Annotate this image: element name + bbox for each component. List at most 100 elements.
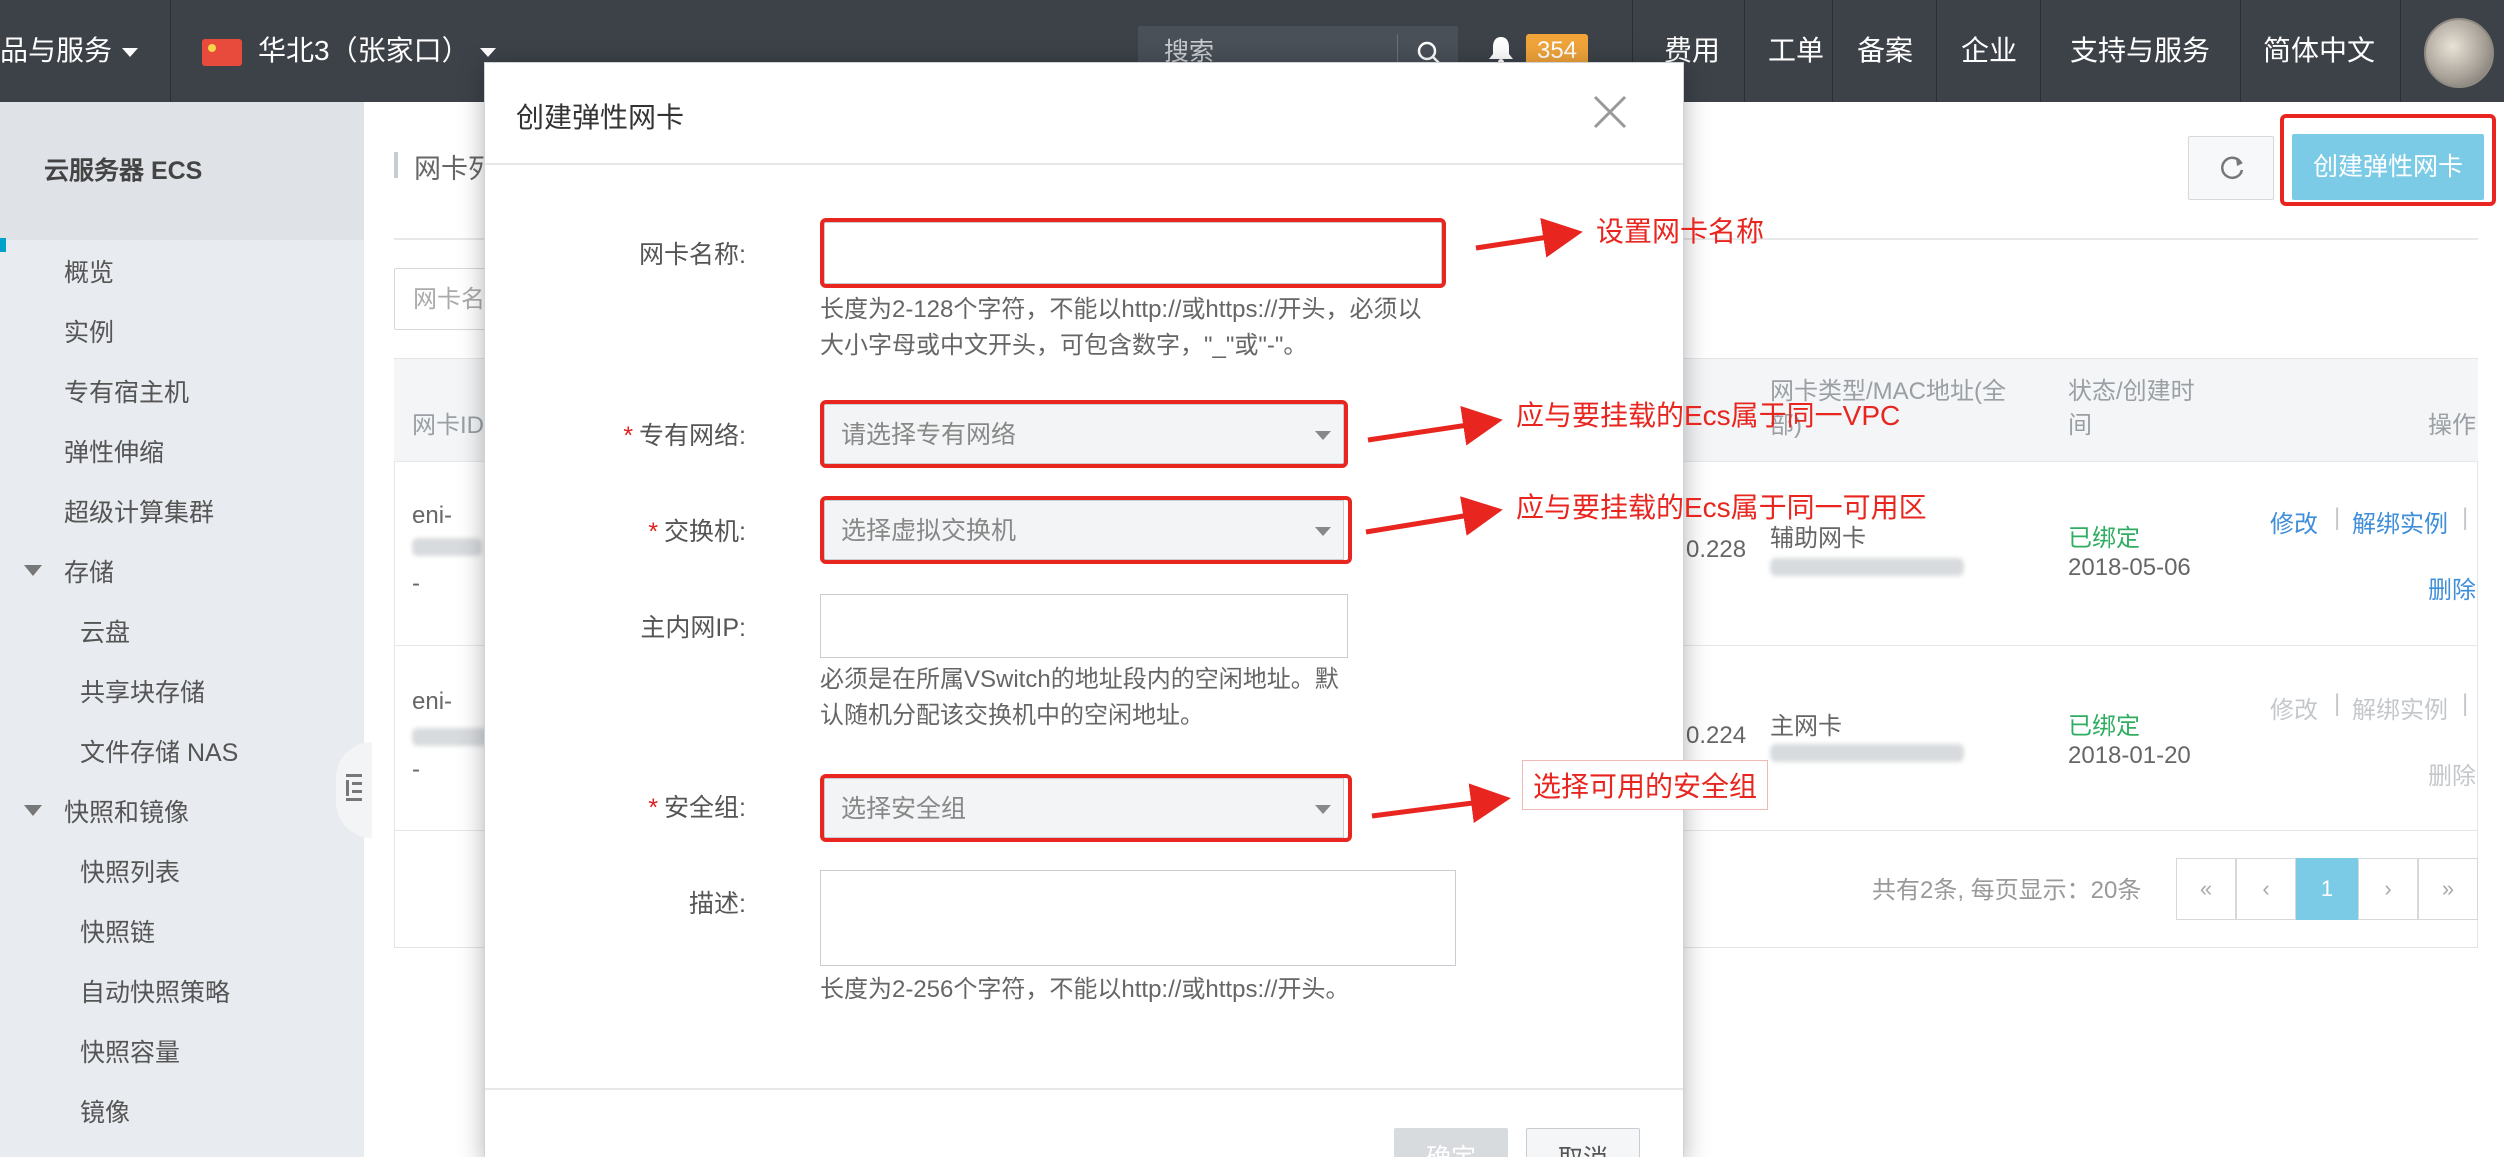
pagination-last-button[interactable]: »: [2418, 858, 2478, 920]
delete-link[interactable]: 删除: [2428, 570, 2476, 605]
annotation-note-vswitch: 应与要挂载的Ecs属于同一可用区: [1516, 492, 1927, 523]
private-ip-hint: 必须是在所属VSwitch的地址段内的空闲地址。默认随机分配该交换机中的空闲地址…: [820, 666, 1339, 729]
collapse-menu-icon[interactable]: [344, 770, 364, 808]
column-header-status-time: 状态/创建时间: [2068, 378, 2195, 439]
sidebar-item-auto-scaling[interactable]: 弹性伸缩: [64, 433, 164, 469]
delete-link-disabled: 删除: [2428, 763, 2476, 790]
nav-item-icp[interactable]: 备案: [1834, 0, 1936, 102]
expand-triangle-icon[interactable]: [24, 565, 42, 576]
nav-divider: [1832, 0, 1833, 102]
status-badge: 已绑定: [2068, 525, 2140, 552]
vswitch-label: * 交换机:: [560, 512, 746, 548]
unbind-instance-link[interactable]: 解绑实例: [2352, 504, 2448, 539]
sidebar-item-images[interactable]: 镜像: [80, 1093, 130, 1129]
redacted-id: [412, 728, 492, 746]
dialog-footer-divider: [485, 1088, 1683, 1090]
nav-divider: [2400, 0, 2401, 102]
table-cell-date: 2018-05-06: [2068, 554, 2191, 581]
redacted-mac: [1770, 558, 1964, 576]
expand-triangle-icon[interactable]: [24, 805, 42, 816]
ops-separator: |: [2462, 690, 2469, 717]
chevron-down-icon: [122, 48, 139, 58]
sidebar-item-snapshot-chain[interactable]: 快照链: [80, 913, 155, 949]
nav-divider: [1936, 0, 1937, 102]
table-cell-id-sub: -: [412, 570, 420, 597]
table-cell-ip: 0.228: [1686, 536, 1747, 563]
required-marker: *: [623, 422, 634, 450]
annotation-note-vpc: 应与要挂载的Ecs属于同一VPC: [1516, 400, 1901, 431]
sidebar-active-indicator: [0, 238, 6, 252]
region-selector[interactable]: 华北3（张家口）: [258, 0, 496, 102]
confirm-button[interactable]: 确定: [1394, 1128, 1508, 1157]
private-ip-input[interactable]: [820, 594, 1348, 658]
sidebar-item-nas[interactable]: 文件存储 NAS: [80, 733, 238, 769]
annotation-box-vpc: [820, 400, 1348, 468]
table-cell-date: 2018-01-20: [2068, 742, 2191, 769]
unbind-instance-link-disabled: 解绑实例: [2352, 697, 2448, 724]
products-menu[interactable]: 品与服务: [0, 0, 139, 102]
table-cell-type: 主网卡: [1770, 713, 1842, 740]
sidebar-item-instances[interactable]: 实例: [64, 313, 114, 349]
annotation-box-vswitch: [820, 496, 1352, 564]
sidebar-item-dedicated-hosts[interactable]: 专有宿主机: [64, 373, 189, 409]
column-header-operations: 操作: [2428, 412, 2476, 439]
table-cell-id[interactable]: eni-: [412, 688, 452, 716]
breadcrumb-accent: [394, 152, 398, 178]
pagination-summary: 共有2条, 每页显示：20条: [1872, 877, 2142, 904]
china-flag-icon: [202, 39, 242, 66]
required-marker: *: [648, 794, 659, 822]
table-cell-id-sub: -: [412, 756, 420, 783]
chevron-down-icon: [479, 48, 496, 58]
vpc-label: * 专有网络:: [560, 416, 746, 452]
eni-name-label: 网卡名称:: [639, 241, 746, 269]
status-badge: 已绑定: [2068, 713, 2140, 740]
column-header-id: 网卡ID/: [412, 412, 491, 439]
annotation-box-name: [820, 218, 1446, 288]
table-cell-ip: 0.224: [1686, 722, 1747, 749]
region-label: 华北3（张家口）: [258, 35, 470, 66]
annotation-note-security-group: 选择可用的安全组: [1522, 760, 1769, 810]
security-group-label-text: 安全组:: [664, 794, 746, 822]
ops-separator: |: [2462, 504, 2469, 531]
ops-separator: |: [2334, 690, 2341, 717]
breadcrumb: 网卡列: [414, 154, 495, 184]
pagination-next-button[interactable]: ›: [2358, 858, 2418, 920]
sidebar-item-snapshot-list[interactable]: 快照列表: [80, 853, 180, 889]
edit-link[interactable]: 修改: [2270, 504, 2318, 539]
sidebar-item-snapshot-capacity[interactable]: 快照容量: [80, 1033, 180, 1069]
close-icon[interactable]: [1592, 94, 1628, 130]
private-ip-label: 主内网IP:: [640, 614, 746, 642]
sidebar-item-cloud-disk[interactable]: 云盘: [80, 613, 130, 649]
sidebar-item-auto-snapshot-policy[interactable]: 自动快照策略: [80, 973, 230, 1009]
ops-separator: |: [2334, 504, 2341, 531]
annotation-box-security-group: [820, 774, 1352, 842]
nav-item-enterprise[interactable]: 企业: [1938, 0, 2040, 102]
sidebar-title: 云服务器 ECS: [0, 102, 364, 240]
pagination-page-1[interactable]: 1: [2296, 858, 2358, 920]
table-cell-id[interactable]: eni-: [412, 502, 452, 530]
description-hint: 长度为2-256个字符，不能以http://或https://开头。: [820, 976, 1350, 1003]
nav-item-language[interactable]: 简体中文: [2240, 0, 2398, 102]
sidebar-group-snapshots[interactable]: 快照和镜像: [64, 793, 189, 829]
avatar[interactable]: [2424, 18, 2494, 88]
redacted-mac: [1770, 744, 1964, 762]
description-label: 描述:: [689, 890, 746, 918]
vpc-label-text: 专有网络:: [639, 422, 746, 450]
refresh-icon[interactable]: [2218, 154, 2246, 182]
sidebar-item-overview[interactable]: 概览: [64, 253, 114, 289]
nav-item-support[interactable]: 支持与服务: [2040, 0, 2240, 102]
cancel-button[interactable]: 取消: [1526, 1128, 1640, 1157]
vswitch-label-text: 交换机:: [664, 518, 746, 546]
annotation-note-name: 设置网卡名称: [1596, 216, 1765, 247]
pagination-prev-button[interactable]: ‹: [2236, 858, 2296, 920]
filter-placeholder: 网卡名: [413, 286, 485, 313]
products-menu-label: 品与服务: [0, 35, 113, 66]
redacted-id: [412, 538, 482, 556]
edit-link-disabled: 修改: [2270, 697, 2318, 724]
sidebar-item-shared-block-storage[interactable]: 共享块存储: [80, 673, 205, 709]
dialog-header-divider: [485, 163, 1683, 165]
description-textarea[interactable]: [820, 870, 1456, 966]
pagination-first-button[interactable]: «: [2176, 858, 2236, 920]
sidebar-group-storage[interactable]: 存储: [64, 553, 114, 589]
sidebar-item-super-computing[interactable]: 超级计算集群: [64, 493, 214, 529]
